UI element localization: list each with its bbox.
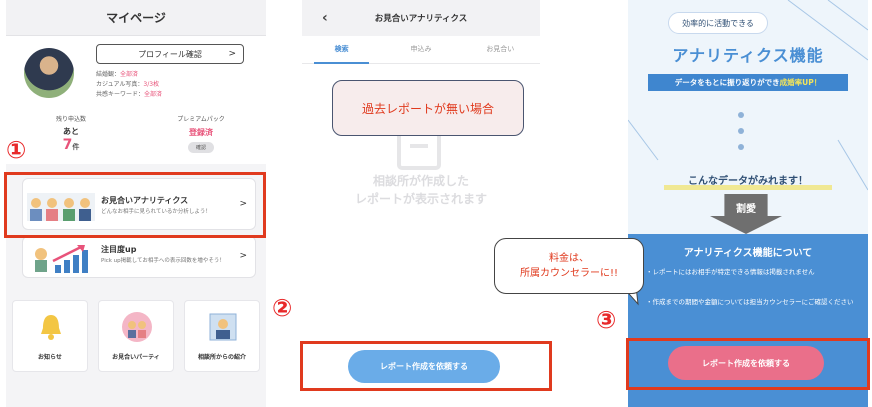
feature-info-title: アナリティクス機能について	[683, 248, 813, 259]
chevron-right-icon: >	[239, 251, 247, 261]
party-people-icon	[122, 312, 152, 342]
feature-title: アナリティクス機能	[672, 46, 824, 65]
bell-icon	[41, 315, 61, 340]
tab-search[interactable]: 検索	[302, 36, 381, 64]
attention-sub: Pick up掲載してお相手への表示回数を増やそう！	[101, 258, 225, 264]
efficiency-badge: 効率的に活動できる	[668, 12, 768, 34]
dot-icon	[738, 112, 744, 118]
data-preview-heading: こんなデータがみれます！	[628, 172, 868, 190]
step-marker-2: ②	[272, 294, 293, 322]
highlight-box-1	[4, 172, 266, 238]
highlight-box-2	[300, 341, 552, 391]
analytics-page-title: お見合いアナリティクス	[374, 14, 468, 24]
growth-chart-icon	[35, 244, 88, 273]
profile-button-label: プロフィール確認	[138, 49, 202, 59]
info-marriage: 結婚観：全部済	[96, 71, 139, 78]
photo-card-icon	[209, 313, 237, 341]
tab-omiai[interactable]: お見合い	[461, 36, 540, 63]
feature-info-item: ・作成までの期間や金額については担当カウンセラーにご確認ください	[646, 298, 854, 306]
tile-agency-intro[interactable]: 相談所からの紹介	[184, 300, 260, 372]
chevron-right-icon: >	[228, 49, 236, 59]
pricing-speech-bubble: 料金は、 所属カウンセラーに!!	[494, 238, 644, 294]
no-report-callout: 過去レポートが無い場合	[332, 80, 524, 136]
empty-report-icon	[397, 130, 441, 170]
attention-title: 注目度up	[101, 245, 137, 254]
info-keyword: 共感キーワード：全部済	[96, 91, 163, 98]
page-title: マイページ	[6, 0, 266, 36]
info-casual-photo: カジュアル写真：3/3枚	[96, 81, 160, 88]
premium-check-chip[interactable]: 確認	[187, 142, 214, 153]
profile-card: プロフィール確認 > 結婚観：全部済 カジュアル写真：3/3枚 共感キーワード：…	[6, 36, 266, 164]
avatar[interactable]	[24, 48, 74, 98]
step-marker-3: ③	[596, 306, 617, 334]
attention-up-menu-item[interactable]: 注目度up Pick up掲載してお相手への表示回数を増やそう！ >	[22, 236, 256, 278]
premium-pack: プレミアムパック 登録済 確認	[177, 116, 225, 153]
profile-check-button[interactable]: プロフィール確認 >	[96, 44, 244, 64]
tile-party[interactable]: お見合いパーティ	[98, 300, 174, 372]
highlight-box-3	[626, 338, 870, 390]
analytics-tabs: 検索 申込み お見合い	[302, 36, 540, 64]
feature-strip: データをもとに振り返りができ 成婚率UP！	[648, 74, 848, 91]
tab-applications[interactable]: 申込み	[381, 36, 460, 63]
step-marker-1: ①	[6, 136, 27, 164]
tile-notifications[interactable]: お知らせ	[12, 300, 88, 372]
feature-info-item: ・レポートにはお相手が特定できる情報は掲載されません	[646, 268, 815, 276]
empty-state-message: 相談所が作成した レポートが表示されます	[354, 174, 487, 206]
omitted-label: 割愛	[736, 204, 756, 215]
dot-icon	[738, 128, 744, 134]
back-arrow-icon[interactable]: ‹	[322, 10, 328, 26]
dot-icon	[738, 144, 744, 150]
